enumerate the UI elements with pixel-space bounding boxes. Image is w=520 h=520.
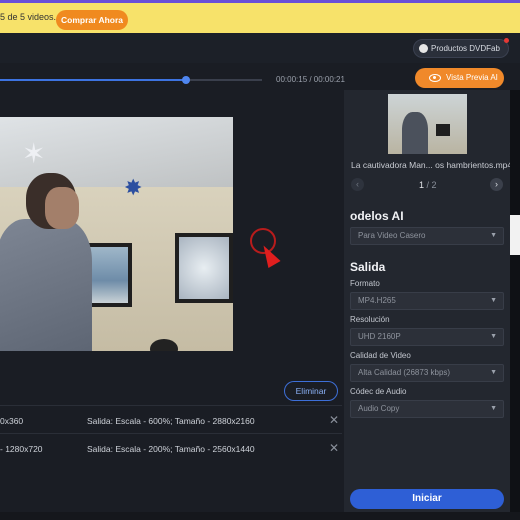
- video-quality-select[interactable]: Alta Calidad (26873 kbps) ▼: [350, 364, 504, 382]
- video-thumbnail[interactable]: [388, 94, 467, 154]
- wall-picture-right: [175, 233, 233, 303]
- background-window-fragment: [510, 215, 520, 255]
- window-edge: [510, 90, 520, 520]
- delete-button[interactable]: Eliminar: [284, 381, 338, 401]
- chevron-down-icon: ▼: [490, 333, 497, 340]
- chevron-down-icon: ▼: [490, 232, 497, 239]
- thumbnail-person: [402, 112, 428, 154]
- buy-now-button[interactable]: Comprar Ahora: [56, 10, 128, 30]
- resolution-select[interactable]: UHD 2160P ▼: [350, 328, 504, 346]
- resolution-label: Resolución: [350, 315, 390, 324]
- audio-codec-label: Códec de Audio: [350, 387, 407, 396]
- format-label: Formato: [350, 279, 380, 288]
- video-quality-label: Calidad de Video: [350, 351, 411, 360]
- format-select[interactable]: MP4.H265 ▼: [350, 292, 504, 310]
- task-output-info: Salida: Escala - 200%; Tamaño - 2560x144…: [87, 444, 255, 454]
- resolution-value: UHD 2160P: [358, 332, 401, 341]
- dvdfab-products-label: Productos DVDFab: [431, 44, 500, 53]
- next-page-chevron-right-icon[interactable]: ›: [490, 178, 503, 191]
- task-input-size: 0x360: [0, 416, 24, 426]
- ceiling-star-decoration: ✶: [22, 138, 46, 169]
- task-row[interactable]: - 1280x720 Salida: Escala - 200%; Tamaño…: [0, 433, 342, 461]
- format-value: MP4.H265: [358, 296, 396, 305]
- previous-page-chevron-left-icon[interactable]: ‹: [351, 178, 364, 191]
- audio-codec-select[interactable]: Audio Copy ▼: [350, 400, 504, 418]
- page-indicator: 1 / 2: [419, 180, 437, 190]
- person-body: [0, 219, 92, 351]
- thumbnail-frame: [436, 124, 450, 136]
- playback-time: 00:00:15 / 00:00:21: [276, 75, 345, 84]
- ai-model-value: Para Video Casero: [358, 231, 426, 240]
- taskbar-strip: [0, 512, 520, 520]
- app-window: 5 de 5 videos. Comprar Ahora Productos D…: [0, 0, 520, 520]
- start-button[interactable]: Iniciar: [350, 489, 504, 509]
- trial-text: 5 de 5 videos.: [0, 12, 57, 22]
- ai-preview-button[interactable]: Vista Previa AI: [415, 68, 504, 88]
- playback-progress-handle[interactable]: [182, 76, 191, 84]
- person-face: [45, 187, 79, 229]
- video-filename: La cautivadora Man... os hambrientos.mp4: [351, 160, 513, 170]
- chevron-down-icon: ▼: [490, 405, 497, 412]
- task-row[interactable]: 0x360 Salida: Escala - 600%; Tamaño - 28…: [0, 405, 342, 433]
- video-quality-value: Alta Calidad (26873 kbps): [358, 368, 451, 377]
- remove-task-close-icon[interactable]: ✕: [329, 413, 339, 427]
- mouse-cursor-icon: [257, 241, 281, 269]
- eye-icon: [429, 74, 441, 82]
- video-preview[interactable]: ✶ ✸: [0, 117, 233, 351]
- page-current: 1: [419, 180, 425, 190]
- output-heading: Salida: [350, 260, 386, 274]
- page-total: / 2: [426, 180, 437, 190]
- remove-task-close-icon[interactable]: ✕: [329, 441, 339, 455]
- wall-star-decoration: ✸: [124, 175, 143, 200]
- chevron-down-icon: ▼: [490, 369, 497, 376]
- playback-progress-bar[interactable]: [0, 76, 262, 84]
- ai-preview-label: Vista Previa AI: [446, 73, 498, 82]
- dvdfab-products-button[interactable]: Productos DVDFab: [413, 38, 509, 58]
- dvdfab-logo-icon: [419, 44, 428, 53]
- notification-dot-icon: [504, 38, 509, 43]
- ai-model-select[interactable]: Para Video Casero ▼: [350, 227, 504, 245]
- ai-models-heading: odelos AI: [350, 209, 404, 223]
- audio-codec-value: Audio Copy: [358, 404, 400, 413]
- task-input-size: - 1280x720: [0, 444, 43, 454]
- playback-progress-fill: [0, 79, 187, 81]
- trial-banner: 5 de 5 videos. Comprar Ahora: [0, 3, 520, 33]
- task-output-info: Salida: Escala - 600%; Tamaño - 2880x216…: [87, 416, 255, 426]
- chevron-down-icon: ▼: [490, 297, 497, 304]
